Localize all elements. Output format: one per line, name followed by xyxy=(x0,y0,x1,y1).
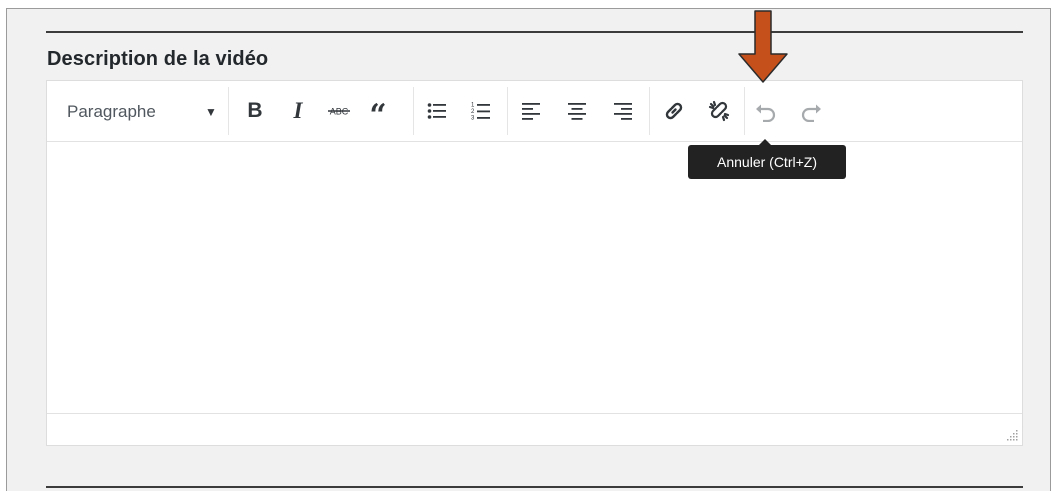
strikethrough-button[interactable]: ABC xyxy=(324,95,354,127)
toolbar-separator xyxy=(649,87,650,135)
undo-icon xyxy=(756,104,776,122)
align-left-icon xyxy=(522,103,540,120)
link-icon xyxy=(665,102,683,120)
align-right-icon xyxy=(614,103,632,120)
svg-text:2: 2 xyxy=(471,109,475,115)
bold-icon: B xyxy=(247,99,263,122)
bottom-divider xyxy=(46,486,1023,488)
bullet-list-button[interactable] xyxy=(422,95,452,127)
editor-toolbar: Paragraphe ▼ B I ABC “ 1 2 3 xyxy=(47,81,1022,142)
svg-text:1: 1 xyxy=(471,103,475,109)
section-title: Description de la vidéo xyxy=(47,48,269,70)
blockquote-button[interactable]: “ xyxy=(363,95,393,131)
redo-button[interactable] xyxy=(796,95,826,127)
undo-tooltip: Annuler (Ctrl+Z) xyxy=(688,145,846,179)
blockquote-icon: “ xyxy=(369,98,387,133)
redo-icon xyxy=(801,104,821,122)
bold-button[interactable]: B xyxy=(240,95,270,127)
bullet-list-icon xyxy=(427,103,446,119)
remove-link-button[interactable] xyxy=(704,95,734,127)
toolbar-separator xyxy=(413,87,414,135)
svg-text:3: 3 xyxy=(471,116,475,122)
format-select-value: Paragraphe xyxy=(67,102,156,121)
undo-button[interactable] xyxy=(751,95,781,127)
align-right-button[interactable] xyxy=(608,95,638,127)
format-select[interactable]: Paragraphe ▼ xyxy=(67,99,227,125)
toolbar-separator xyxy=(228,87,229,135)
align-left-button[interactable] xyxy=(516,95,546,127)
resize-handle-icon[interactable] xyxy=(1005,428,1019,442)
align-center-button[interactable] xyxy=(562,95,592,127)
italic-button[interactable]: I xyxy=(283,95,313,127)
unlink-icon xyxy=(708,100,730,122)
top-divider xyxy=(46,31,1023,33)
chevron-down-icon: ▼ xyxy=(205,105,217,119)
align-center-icon xyxy=(568,103,586,120)
italic-icon: I xyxy=(293,98,303,123)
editor-statusbar xyxy=(47,413,1022,445)
insert-link-button[interactable] xyxy=(659,95,689,127)
toolbar-separator xyxy=(744,87,745,135)
toolbar-separator xyxy=(507,87,508,135)
rich-text-editor: Paragraphe ▼ B I ABC “ 1 2 3 xyxy=(46,80,1023,446)
numbered-list-icon: 1 2 3 xyxy=(471,103,490,122)
strikethrough-icon: ABC xyxy=(328,107,350,117)
editor-content-area[interactable] xyxy=(47,142,1022,414)
annotation-arrow-icon xyxy=(738,10,788,83)
numbered-list-button[interactable]: 1 2 3 xyxy=(466,95,496,127)
